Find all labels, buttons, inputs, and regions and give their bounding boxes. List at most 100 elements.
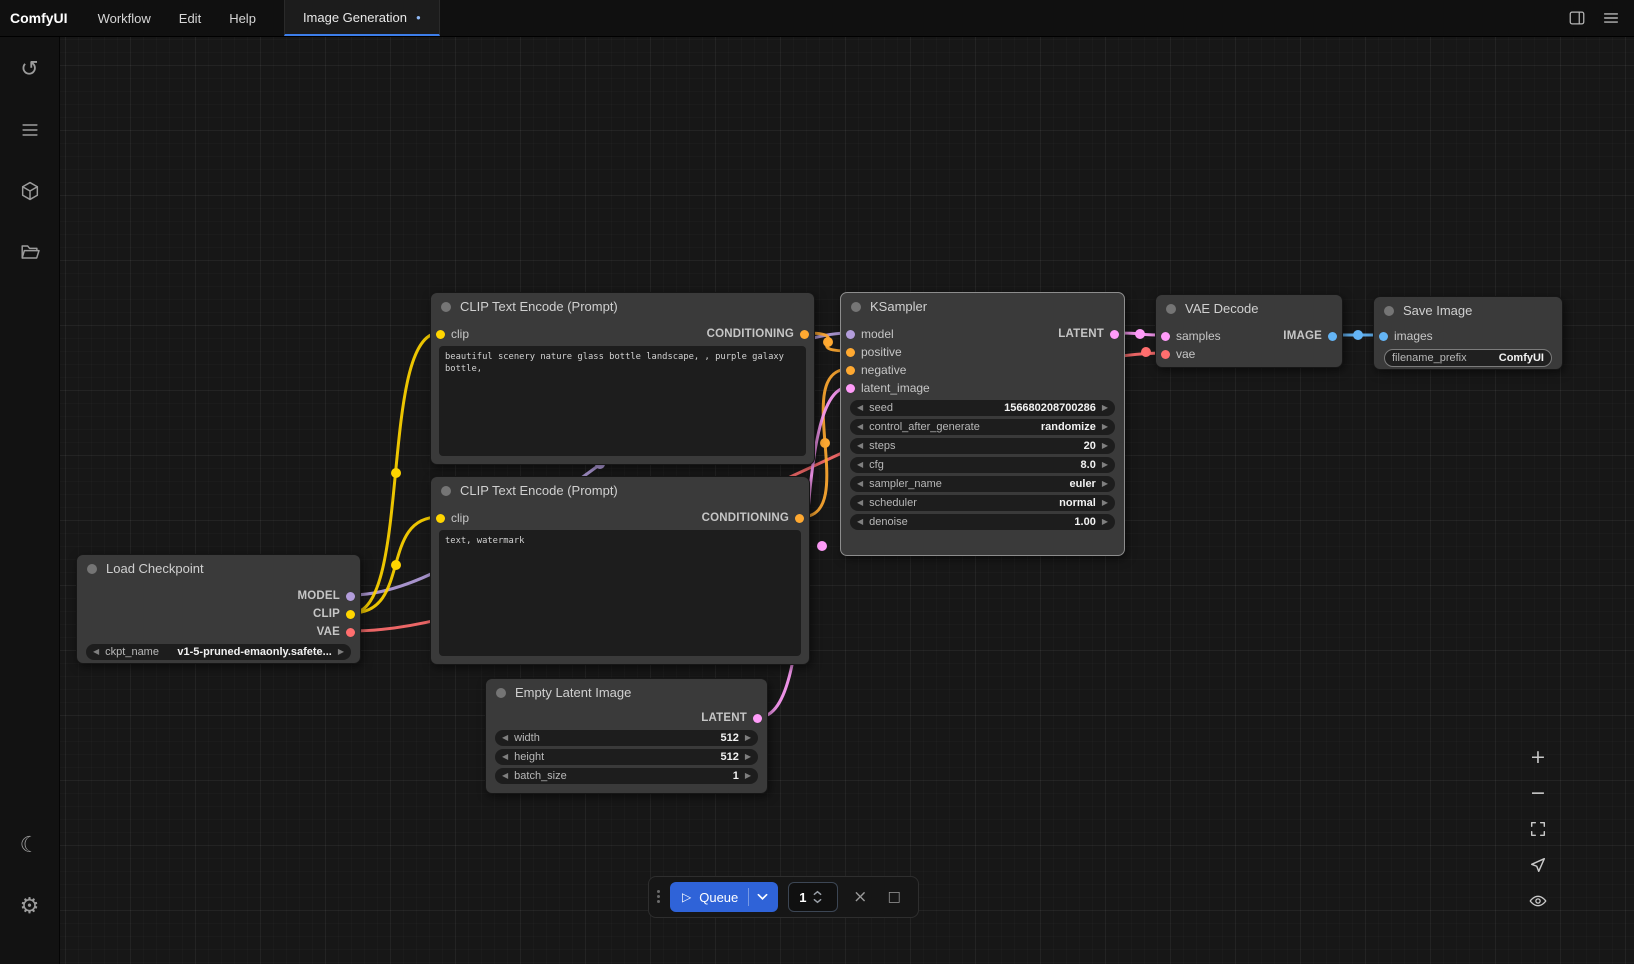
settings-button[interactable]: ⚙ xyxy=(10,886,50,926)
node-vae-decode[interactable]: VAE Decode samples IMAGE vae xyxy=(1155,294,1343,368)
clip-input-port[interactable] xyxy=(436,330,445,339)
conditioning-output-port[interactable] xyxy=(795,514,804,523)
increment-icon[interactable]: ▶ xyxy=(745,753,751,761)
node-clip-text-encode-positive[interactable]: CLIP Text Encode (Prompt) clip CONDITION… xyxy=(430,292,815,465)
collapse-dot[interactable] xyxy=(87,564,97,574)
scheduler-widget[interactable]: ◀ scheduler normal ▶ xyxy=(850,495,1115,511)
node-header[interactable]: Load Checkpoint xyxy=(77,555,360,582)
sidebar-item-model-library[interactable] xyxy=(10,171,50,211)
sampler-name-widget[interactable]: ◀ sampler_name euler ▶ xyxy=(850,476,1115,492)
collapse-dot[interactable] xyxy=(441,486,451,496)
denoise-widget[interactable]: ◀ denoise 1.00 ▶ xyxy=(850,514,1115,530)
model-output-port[interactable] xyxy=(346,592,355,601)
image-output-port[interactable] xyxy=(1328,332,1337,341)
vae-output-port[interactable] xyxy=(346,628,355,637)
node-header[interactable]: VAE Decode xyxy=(1156,295,1342,322)
collapse-dot[interactable] xyxy=(441,302,451,312)
zoom-in-button[interactable]: + xyxy=(1521,740,1555,774)
chevron-up-icon[interactable] xyxy=(813,890,822,896)
increment-icon[interactable]: ▶ xyxy=(1102,404,1108,412)
increment-icon[interactable]: ▶ xyxy=(1102,499,1108,507)
latent-output-port[interactable] xyxy=(1110,330,1119,339)
clip-output-port[interactable] xyxy=(346,610,355,619)
node-clip-text-encode-negative[interactable]: CLIP Text Encode (Prompt) clip CONDITION… xyxy=(430,476,810,665)
width-widget[interactable]: ◀ width 512 ▶ xyxy=(495,730,758,746)
collapse-dot[interactable] xyxy=(1384,306,1394,316)
filename-prefix-widget[interactable]: filename_prefix ComfyUI xyxy=(1384,349,1552,367)
samples-input-port[interactable] xyxy=(1161,332,1170,341)
queue-button[interactable]: ▷ Queue xyxy=(670,882,778,912)
menu-help[interactable]: Help xyxy=(215,0,270,36)
decrement-icon[interactable]: ◀ xyxy=(93,648,99,656)
conditioning-output-port[interactable] xyxy=(800,330,809,339)
node-header[interactable]: CLIP Text Encode (Prompt) xyxy=(431,477,809,504)
vae-input-port[interactable] xyxy=(1161,350,1170,359)
decrement-icon[interactable]: ◀ xyxy=(857,518,863,526)
ckpt-name-widget[interactable]: ◀ ckpt_name v1-5-pruned-emaonly.safete..… xyxy=(86,644,351,660)
increment-icon[interactable]: ▶ xyxy=(1102,461,1108,469)
stop-button[interactable]: □ xyxy=(882,882,906,912)
node-empty-latent-image[interactable]: Empty Latent Image LATENT ◀ width 512 ▶ … xyxy=(485,678,768,794)
theme-toggle-button[interactable]: ☾ xyxy=(10,825,50,865)
collapse-dot[interactable] xyxy=(851,302,861,312)
increment-icon[interactable]: ▶ xyxy=(745,734,751,742)
sidebar-item-queue[interactable] xyxy=(10,110,50,150)
toggle-panel-button[interactable] xyxy=(1562,4,1592,32)
decrement-icon[interactable]: ◀ xyxy=(502,772,508,780)
decrement-icon[interactable]: ◀ xyxy=(857,404,863,412)
select-mode-button[interactable] xyxy=(1521,848,1555,882)
seed-widget[interactable]: ◀ seed 156680208700286 ▶ xyxy=(850,400,1115,416)
decrement-icon[interactable]: ◀ xyxy=(502,753,508,761)
fit-view-button[interactable] xyxy=(1521,812,1555,846)
collapse-dot[interactable] xyxy=(1166,304,1176,314)
latent-image-input-port[interactable] xyxy=(846,384,855,393)
increment-icon[interactable]: ▶ xyxy=(1102,442,1108,450)
menu-workflow[interactable]: Workflow xyxy=(84,0,165,36)
menu-edit[interactable]: Edit xyxy=(165,0,215,36)
increment-icon[interactable]: ▶ xyxy=(745,772,751,780)
node-header[interactable]: Save Image xyxy=(1374,297,1562,324)
decrement-icon[interactable]: ◀ xyxy=(857,423,863,431)
decrement-icon[interactable]: ◀ xyxy=(857,480,863,488)
model-input-port[interactable] xyxy=(846,330,855,339)
batch-count-input[interactable]: 1 xyxy=(788,882,838,912)
cfg-widget[interactable]: ◀ cfg 8.0 ▶ xyxy=(850,457,1115,473)
decrement-icon[interactable]: ◀ xyxy=(502,734,508,742)
prompt-textarea[interactable]: beautiful scenery nature glass bottle la… xyxy=(439,346,806,456)
tab-image-generation[interactable]: Image Generation ● xyxy=(284,0,440,36)
node-header[interactable]: Empty Latent Image xyxy=(486,679,767,706)
clear-queue-button[interactable]: × xyxy=(848,882,872,912)
node-header[interactable]: KSampler xyxy=(841,293,1124,320)
toggle-link-visibility-button[interactable] xyxy=(1521,884,1555,918)
steps-widget[interactable]: ◀ steps 20 ▶ xyxy=(850,438,1115,454)
increment-icon[interactable]: ▶ xyxy=(1102,423,1108,431)
decrement-icon[interactable]: ◀ xyxy=(857,461,863,469)
collapse-dot[interactable] xyxy=(496,688,506,698)
node-load-checkpoint[interactable]: Load Checkpoint MODEL CLIP VAE ◀ ckpt_na… xyxy=(76,554,361,664)
node-header[interactable]: CLIP Text Encode (Prompt) xyxy=(431,293,814,320)
main-menu-button[interactable] xyxy=(1596,4,1626,32)
drag-handle[interactable] xyxy=(657,890,660,904)
node-ksampler[interactable]: KSampler model LATENT positive negative … xyxy=(840,292,1125,556)
chevron-down-icon[interactable] xyxy=(813,898,822,904)
images-input-port[interactable] xyxy=(1379,332,1388,341)
node-save-image[interactable]: Save Image images filename_prefix ComfyU… xyxy=(1373,296,1563,370)
height-widget[interactable]: ◀ height 512 ▶ xyxy=(495,749,758,765)
widget-value: 512 xyxy=(720,751,738,763)
prompt-textarea[interactable]: text, watermark xyxy=(439,530,801,656)
sidebar: ↺ ☾ ⚙ xyxy=(0,37,60,964)
increment-icon[interactable]: ▶ xyxy=(1102,518,1108,526)
decrement-icon[interactable]: ◀ xyxy=(857,499,863,507)
sidebar-item-history[interactable]: ↺ xyxy=(10,49,50,89)
batch-size-widget[interactable]: ◀ batch_size 1 ▶ xyxy=(495,768,758,784)
clip-input-port[interactable] xyxy=(436,514,445,523)
positive-input-port[interactable] xyxy=(846,348,855,357)
increment-icon[interactable]: ▶ xyxy=(338,648,344,656)
increment-icon[interactable]: ▶ xyxy=(1102,480,1108,488)
sidebar-item-workflows[interactable] xyxy=(10,232,50,272)
control-after-generate-widget[interactable]: ◀ control_after_generate randomize ▶ xyxy=(850,419,1115,435)
negative-input-port[interactable] xyxy=(846,366,855,375)
decrement-icon[interactable]: ◀ xyxy=(857,442,863,450)
zoom-out-button[interactable]: − xyxy=(1521,776,1555,810)
latent-output-port[interactable] xyxy=(753,714,762,723)
